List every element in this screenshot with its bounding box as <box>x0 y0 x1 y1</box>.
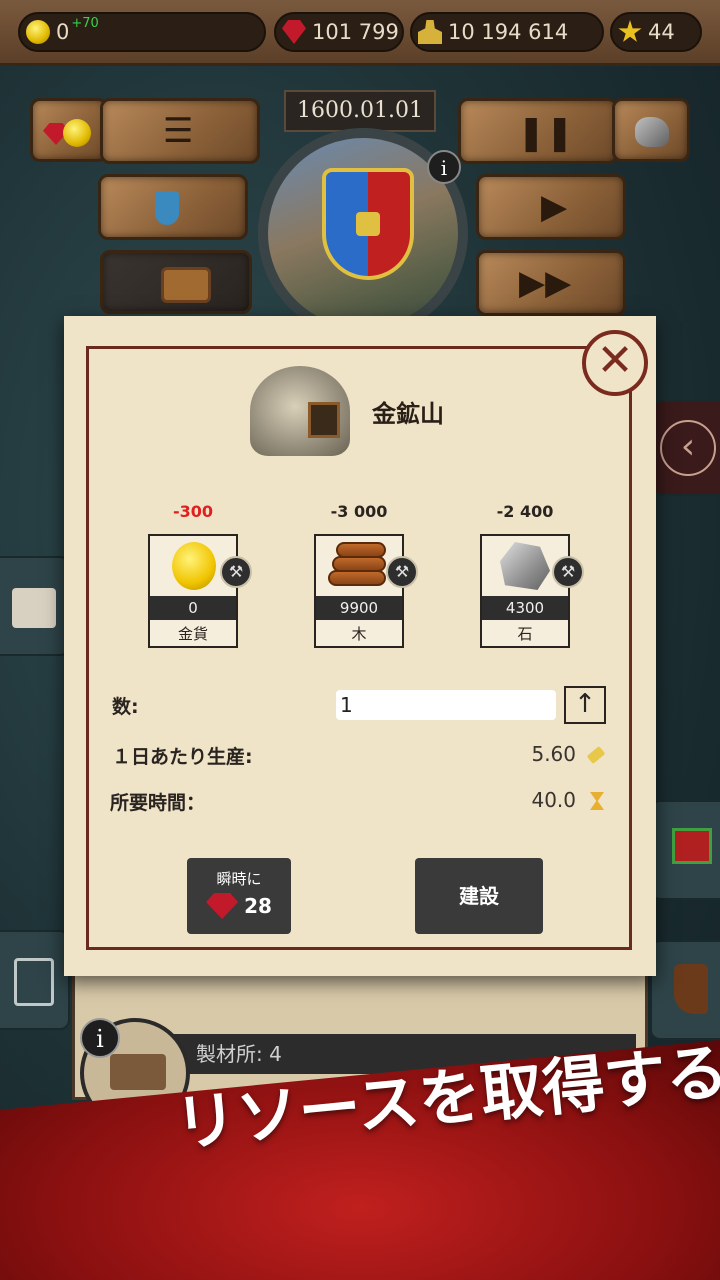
coin-icon <box>63 119 91 147</box>
resources-button[interactable] <box>612 98 690 162</box>
resource-stock: 4300 <box>482 596 568 620</box>
resource-name: 石 <box>517 625 533 643</box>
pause-button[interactable]: ❚❚ <box>458 98 618 164</box>
building-title: 金鉱山 <box>372 400 444 428</box>
treasure-button[interactable] <box>100 250 252 314</box>
ore-icon <box>635 117 669 147</box>
gold-counter[interactable]: 0 +70 <box>18 12 266 52</box>
gold-value: 0 <box>56 20 70 44</box>
shop-button[interactable] <box>30 98 108 162</box>
right-tab-gift[interactable] <box>650 800 720 900</box>
hammer-icon[interactable]: ⚒ <box>386 556 418 588</box>
star-counter[interactable]: 44 <box>610 12 702 52</box>
production-value: 5.60 <box>531 742 576 766</box>
instant-cost: 28 <box>244 894 272 918</box>
resource-name: 木 <box>351 625 367 643</box>
document-icon <box>14 958 54 1006</box>
build-button[interactable]: 建設 <box>415 858 543 934</box>
coat-of-arms <box>322 168 414 280</box>
max-quantity-button[interactable]: ↑ <box>564 686 606 724</box>
arrow-up-icon: ↑ <box>574 689 596 719</box>
stone-icon <box>500 542 550 590</box>
instant-label: 瞬時に <box>216 870 262 888</box>
play-icon: ▶ <box>541 187 568 227</box>
gem-counter[interactable]: 101 799 <box>274 12 404 52</box>
gem-icon <box>206 893 239 919</box>
flask-icon <box>155 191 179 225</box>
menu-button[interactable]: ☰ <box>100 98 260 164</box>
fast-forward-icon: ▶▶ <box>519 263 572 303</box>
quantity-input[interactable] <box>336 690 556 720</box>
scroll-icon <box>12 588 56 628</box>
instant-build-button[interactable]: 瞬時に 28 <box>187 858 291 934</box>
gem-icon <box>282 20 306 44</box>
cost-wood: -3 000 <box>330 502 388 521</box>
menu-icon: ☰ <box>163 111 194 151</box>
gold-coin-icon <box>172 542 216 590</box>
left-tab-document[interactable] <box>0 930 70 1030</box>
country-info-button[interactable]: i <box>427 150 461 184</box>
play-button[interactable]: ▶ <box>476 174 626 240</box>
dialog-frame <box>86 346 632 950</box>
quantity-label: 数: <box>112 696 139 718</box>
chevron-left-icon: ‹ <box>660 420 716 476</box>
close-button[interactable]: ✕ <box>582 330 648 396</box>
production-label: １日あたり生産: <box>112 746 253 768</box>
time-label: 所要時間： <box>110 792 206 814</box>
gem-value: 101 799 <box>312 20 399 44</box>
left-tab-scroll[interactable] <box>0 556 70 656</box>
research-button[interactable] <box>98 174 248 240</box>
resource-wood[interactable]: 9900 木 <box>314 534 404 648</box>
boot-icon <box>674 964 708 1014</box>
hammer-icon[interactable]: ⚒ <box>220 556 252 588</box>
star-icon <box>618 20 642 42</box>
pause-icon: ❚❚ <box>517 113 574 153</box>
population-counter[interactable]: 10 194 614 <box>410 12 604 52</box>
fast-forward-button[interactable]: ▶▶ <box>476 250 626 316</box>
build-dialog: ✕ 金鉱山 -300 -3 000 -2 400 0 金貨 ⚒ 9900 木 ⚒… <box>64 316 656 976</box>
cost-stone: -2 400 <box>496 502 554 521</box>
right-collapse-tab[interactable]: ‹ <box>652 400 720 496</box>
resource-gold[interactable]: 0 金貨 <box>148 534 238 648</box>
resource-stock: 9900 <box>316 596 402 620</box>
wood-logs-icon <box>328 542 388 588</box>
population-value: 10 194 614 <box>448 20 569 44</box>
time-value: 40.0 <box>531 788 576 812</box>
resource-name: 金貨 <box>177 625 208 643</box>
cost-gold: -300 <box>172 502 214 521</box>
game-date: 1600.01.01 <box>284 90 436 132</box>
coin-icon <box>26 20 50 44</box>
resource-stock: 0 <box>150 596 236 620</box>
gift-icon <box>672 828 712 864</box>
star-value: 44 <box>648 20 675 44</box>
resource-stone[interactable]: 4300 石 <box>480 534 570 648</box>
resource-bar: 0 +70 101 799 10 194 614 44 <box>0 0 720 66</box>
gold-income: +70 <box>71 15 99 31</box>
treasure-chest-icon <box>161 267 211 303</box>
population-icon <box>418 20 442 44</box>
sawmill-info-button[interactable]: i <box>80 1018 120 1058</box>
hammer-icon[interactable]: ⚒ <box>552 556 584 588</box>
gold-mine-icon <box>250 366 350 456</box>
